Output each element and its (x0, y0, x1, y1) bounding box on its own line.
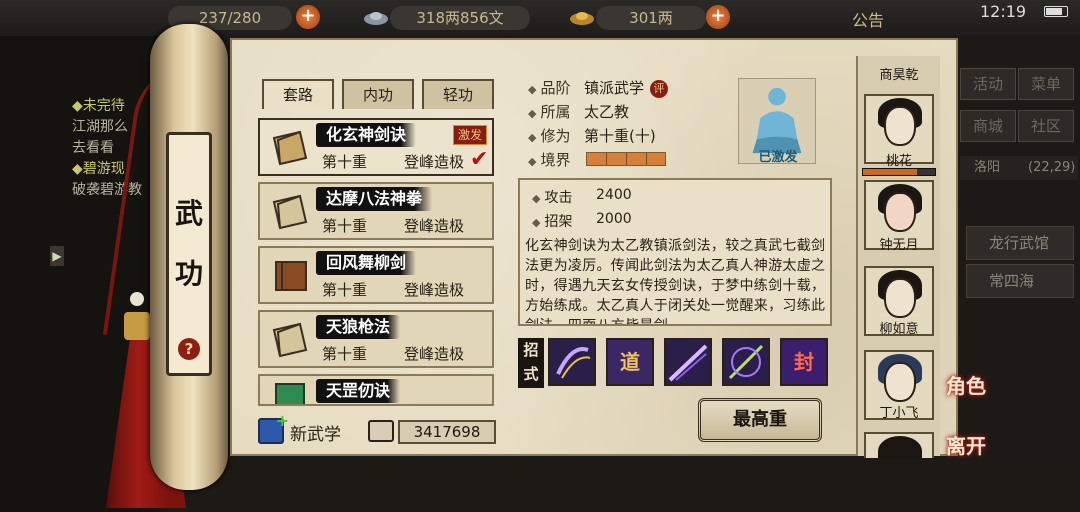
move-seal-icon[interactable]: 封 (780, 338, 828, 386)
parry-value: 2000 (596, 211, 632, 227)
skill-name: 化玄神剑诀 (316, 123, 417, 147)
help-icon[interactable]: ? (178, 338, 200, 360)
skill-level: 第十重 (322, 217, 368, 235)
gold-counter: 301两 (596, 6, 706, 30)
role-button[interactable]: 角色 (946, 370, 986, 399)
skill-name: 天罡仞诀 (316, 379, 401, 403)
skill-grade: 登峰造极 (404, 153, 465, 171)
book-icon (272, 130, 308, 166)
check-icon: ✔ (470, 147, 489, 172)
skill-item[interactable]: 达摩八法神拳 第十重 登峰造极 (258, 182, 494, 240)
skill-name: 回风舞柳剑 (316, 251, 417, 275)
location-indicator: 洛阳 (22,29) (960, 156, 1078, 180)
max-level-button[interactable]: 最高重 (698, 398, 822, 442)
new-skill-icon[interactable] (258, 411, 289, 444)
attack-value: 2400 (596, 187, 632, 203)
realm-progress-bar (586, 152, 666, 166)
skill-item[interactable]: 天狼枪法 第十重 登峰造极 (258, 310, 494, 368)
skill-item[interactable]: 回风舞柳剑 第十重 登峰造极 (258, 246, 494, 304)
tab-inner-skill[interactable]: 内功 (342, 79, 414, 109)
book-icon (272, 322, 308, 358)
info-rank: ◆ 品阶 镇派武学评 (528, 77, 669, 98)
companion-name[interactable]: 桃花 (864, 150, 934, 169)
battery-icon (1044, 6, 1068, 17)
skill-points-icon (368, 420, 394, 442)
skill-item[interactable]: 天罡仞诀 (258, 374, 494, 406)
skill-grade: 登峰造极 (404, 345, 465, 363)
companion-hp-bar (862, 168, 936, 176)
green-book-icon (275, 383, 305, 404)
companion-name[interactable]: 丁小飞 (864, 402, 934, 421)
skill-description: 化玄神剑诀为太乙教镇派剑法，较之真武七截剑法更为凌厉。传闻此剑法为太乙真人神游太… (525, 238, 826, 326)
skill-grade: 登峰造极 (404, 281, 465, 299)
bottom-bar (160, 462, 1080, 512)
menu-button[interactable]: 菜单 (1018, 68, 1074, 100)
tab-routine[interactable]: 套路 (262, 79, 334, 109)
tassel-bead (130, 292, 144, 306)
activated-label: 已激发 (758, 150, 798, 165)
activity-button[interactable]: 活动 (960, 68, 1016, 100)
skill-level: 第十重 (322, 345, 368, 363)
book-icon (272, 194, 308, 230)
skill-level: 第十重 (322, 153, 368, 171)
moves-label: 招式 (518, 338, 544, 388)
clock: 12:19 (980, 2, 1027, 21)
side-item-dragon-dojo[interactable]: 龙行武馆 (966, 226, 1074, 260)
skill-grade: 登峰造极 (404, 217, 465, 235)
leave-button[interactable]: 离开 (946, 430, 986, 459)
skill-description-panel[interactable]: ◆ 攻击 2400 ◆ 招架 2000 化玄神剑诀为太乙教镇派剑法，较之真武七截剑法更为… (518, 178, 832, 326)
skill-points: 3417698 (398, 420, 496, 444)
page-title: 武功 (174, 197, 203, 290)
companion-name[interactable]: 柳如意 (864, 318, 934, 337)
expand-arrow-icon[interactable]: ▶ (50, 246, 64, 266)
companion-name[interactable]: 商昊乾 (864, 64, 934, 83)
info-realm: ◆ 境界 (528, 151, 571, 169)
side-item-npc[interactable]: 常四海 (966, 264, 1074, 298)
skill-name: 达摩八法神拳 (316, 187, 433, 211)
money-counter: 318两856文 (390, 6, 530, 30)
move-sword-icon[interactable] (722, 338, 770, 386)
skill-level: 第十重 (322, 281, 368, 299)
new-skill-button[interactable]: 新武学 (290, 420, 341, 445)
mall-button[interactable]: 商城 (960, 110, 1016, 142)
silver-ingot-icon (364, 12, 388, 25)
scroll-book-icon (275, 261, 307, 291)
tassel-knot (124, 312, 150, 340)
community-button[interactable]: 社区 (1018, 110, 1074, 142)
move-slash-icon[interactable] (548, 338, 596, 386)
notice-button[interactable]: 公告 (852, 7, 884, 31)
move-thrust-icon[interactable] (664, 338, 712, 386)
gold-ingot-icon (570, 12, 594, 25)
skill-item[interactable]: 化玄神剑诀 第十重 登峰造极 激发 ✔ (258, 118, 494, 176)
add-gold-button[interactable]: + (706, 5, 730, 29)
tab-light-skill[interactable]: 轻功 (422, 79, 494, 109)
companion-name[interactable]: 钟无月 (864, 234, 934, 253)
top-status-bar: 237/280 + 318两856文 301两 + 公告 12:19 (0, 0, 1080, 36)
add-stamina-button[interactable]: + (296, 5, 320, 29)
activated-badge: 激发 (453, 125, 487, 145)
skill-name: 天狼枪法 (316, 315, 401, 339)
move-dao-icon[interactable]: 道 (606, 338, 654, 386)
companion-portrait[interactable] (864, 432, 934, 458)
rating-tag[interactable]: 评 (650, 80, 669, 98)
info-cultivation: ◆ 修为 第十重(十) (528, 127, 656, 145)
info-sect: ◆ 所属 太乙教 (528, 103, 630, 121)
